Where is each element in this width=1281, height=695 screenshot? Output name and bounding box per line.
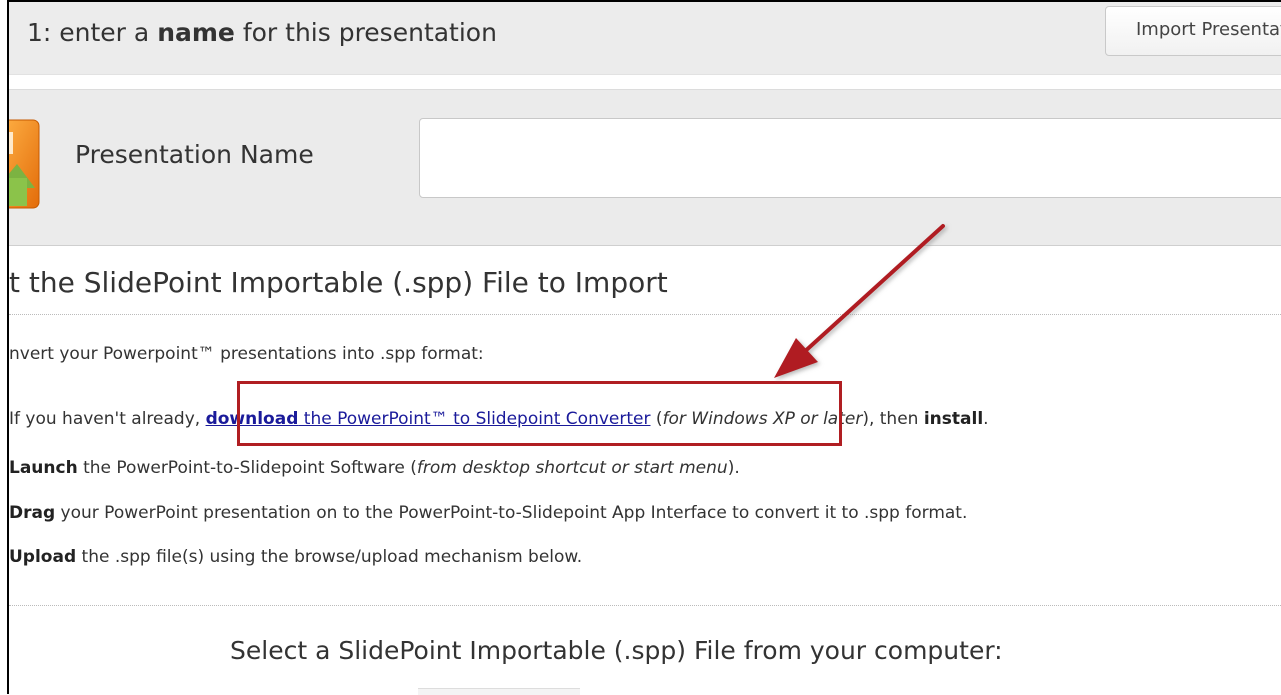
step-header: 1: enter a name for this presentation Im… xyxy=(9,2,1281,75)
instruction-step-upload: Upload the .spp file(s) using the browse… xyxy=(9,547,583,567)
instruction-step-launch: Launch the PowerPoint-to-Slidepoint Soft… xyxy=(9,458,740,478)
select-file-prompt: Select a SlidePoint Importable (.spp) Fi… xyxy=(230,636,1003,665)
presentation-icon xyxy=(9,119,40,209)
spacer xyxy=(9,75,1281,89)
import-presentation-button[interactable]: Import Presentation xyxy=(1105,6,1281,56)
divider xyxy=(9,314,1281,315)
instruction-step-drag: Drag your PowerPoint presentation on to … xyxy=(9,503,968,523)
presentation-name-input[interactable] xyxy=(419,118,1281,198)
section-title: t the SlidePoint Importable (.spp) File … xyxy=(9,266,668,299)
presentation-name-row: Presentation Name xyxy=(9,89,1281,246)
annotation-highlight-box xyxy=(237,381,842,446)
step-title: 1: enter a name for this presentation xyxy=(27,18,497,47)
divider xyxy=(9,605,1281,606)
instructions-lead: nvert your Powerpoint™ presentations int… xyxy=(9,344,484,364)
presentation-name-label: Presentation Name xyxy=(75,140,314,169)
annotation-arrow-icon xyxy=(774,224,945,378)
